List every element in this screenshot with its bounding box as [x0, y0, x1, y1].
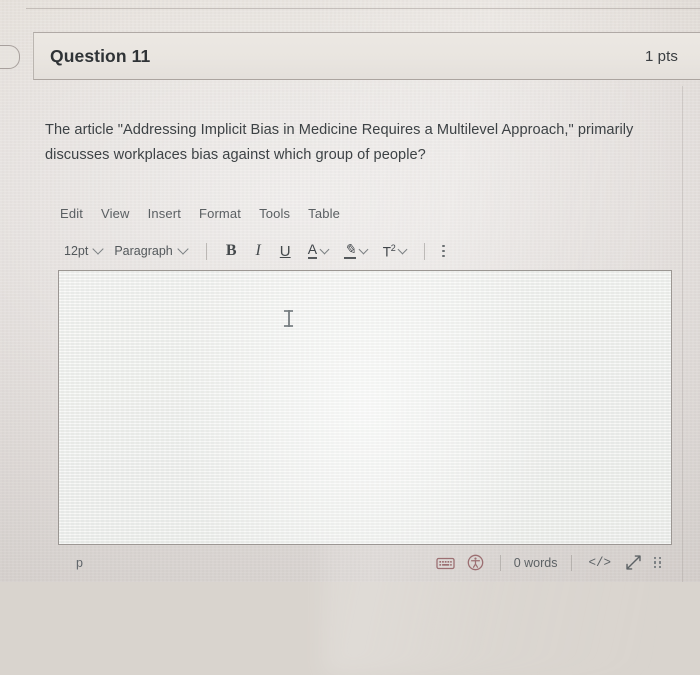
editor-texture [59, 271, 671, 544]
underline-button[interactable]: U [272, 240, 299, 262]
editor-glare [169, 271, 561, 544]
chevron-down-icon [92, 243, 105, 255]
expand-arrow-icon[interactable] [619, 552, 647, 574]
editor-content [59, 271, 671, 291]
toolbar-separator [424, 242, 426, 260]
question-nav-pill[interactable] [0, 45, 20, 69]
highlight-color-button[interactable]: ✎ [344, 241, 369, 259]
accessibility-checker-icon[interactable] [461, 552, 491, 574]
editor-toolbar: 12pt Paragraph B I U A ✎ T2 [60, 239, 451, 263]
block-format-select[interactable]: Paragraph [110, 243, 194, 258]
chevron-down-icon [398, 244, 408, 254]
chevron-down-icon [319, 244, 330, 254]
menu-tools[interactable]: Tools [259, 206, 290, 221]
word-count: 0 words [513, 555, 558, 570]
resize-grip-icon[interactable] [647, 556, 668, 569]
top-divider [26, 8, 700, 9]
menu-format[interactable]: Format [199, 206, 241, 221]
kebab-dot [442, 244, 446, 248]
superscript-icon: T2 [382, 242, 396, 260]
kebab-dot [442, 254, 446, 258]
statusbar-separator [570, 554, 572, 571]
question-header: Question 11 1 pts [33, 32, 700, 80]
chevron-down-icon [177, 243, 189, 255]
editor-statusbar: p 0 words </> [58, 547, 672, 578]
element-path[interactable]: p [76, 556, 83, 570]
html-editor-button[interactable]: </> [581, 556, 620, 570]
menu-table[interactable]: Table [308, 206, 340, 221]
text-color-button[interactable]: A [307, 241, 330, 259]
chevron-down-icon [358, 244, 369, 254]
highlighter-pen-icon: ✎ [344, 241, 356, 259]
menu-insert[interactable]: Insert [148, 206, 181, 221]
menu-view[interactable]: View [101, 206, 130, 221]
question-prompt: The article "Addressing Implicit Bias in… [45, 122, 634, 163]
kebab-dot [442, 249, 446, 253]
font-size-value: 12pt [64, 244, 89, 258]
statusbar-right-group: 0 words </> [431, 552, 668, 574]
bold-button[interactable]: B [218, 240, 245, 262]
font-size-select[interactable]: 12pt [60, 243, 110, 258]
question-points: 1 pts [644, 47, 678, 65]
editor-menubar: Edit View Insert Format Tools Table [60, 206, 340, 221]
italic-button[interactable]: I [245, 240, 272, 262]
text-color-icon: A [307, 241, 318, 259]
rich-text-editor-body[interactable] [58, 270, 672, 545]
toolbar-separator [205, 242, 207, 260]
question-title: Question 11 [50, 45, 151, 66]
superscript-button[interactable]: T2 [382, 242, 408, 260]
keyboard-icon[interactable] [431, 552, 461, 574]
block-format-value: Paragraph [114, 244, 173, 258]
statusbar-separator [499, 554, 501, 571]
menu-edit[interactable]: Edit [60, 206, 83, 221]
more-options-button[interactable] [436, 244, 451, 258]
